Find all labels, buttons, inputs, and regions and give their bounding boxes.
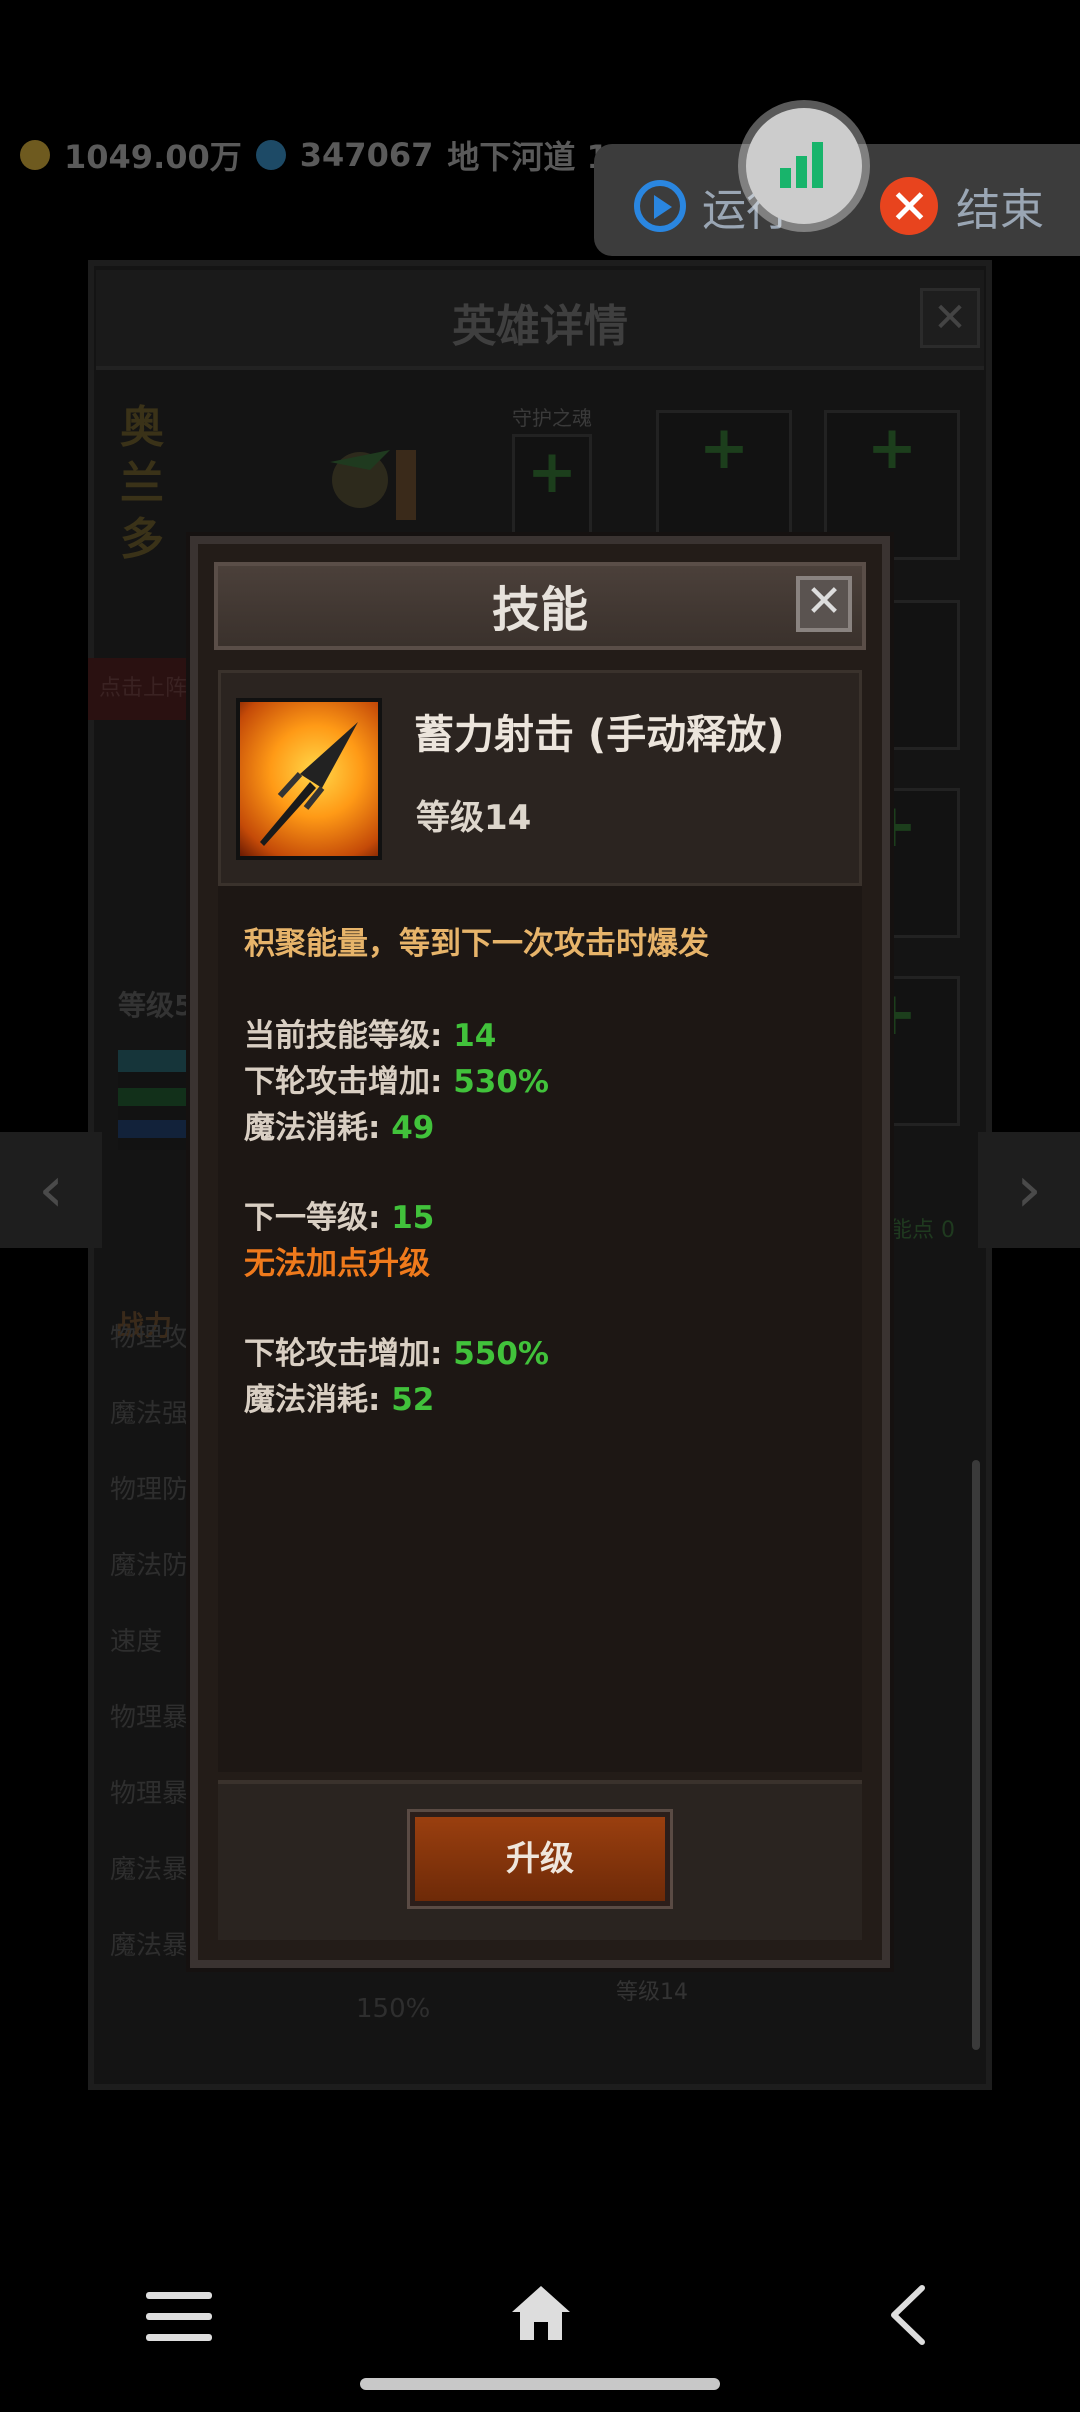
skill-modal-title: 技能 [491, 582, 588, 638]
plus-icon: + [526, 437, 578, 507]
back-icon[interactable] [878, 2282, 944, 2348]
prev-hero-button[interactable]: ‹ [0, 1132, 102, 1248]
skill-modal-close-button[interactable]: ✕ [796, 576, 852, 632]
skill-points-label: 能点 0 [890, 1218, 955, 1243]
gold-amount: 1049.00万 [64, 138, 242, 176]
mana-row: 魔法消耗: 49 [244, 1102, 434, 1147]
current-level-label: 当前技能等级: [244, 1018, 443, 1054]
hero-panel-title: 英雄详情 [452, 301, 628, 352]
attribute-bars [118, 1050, 190, 1150]
next-hero-button[interactable]: › [978, 1132, 1080, 1248]
guard-soul-slot[interactable]: + [512, 434, 592, 538]
next-mana-label: 魔法消耗: [244, 1382, 381, 1418]
next-damage-label: 下轮攻击增加: [244, 1336, 443, 1372]
menu-icon[interactable] [146, 2292, 212, 2342]
run-icon [634, 180, 686, 232]
end-button[interactable]: 结束 [880, 174, 1044, 238]
arrow-skill-icon [236, 698, 382, 860]
gold-coin-icon [20, 140, 50, 170]
next-mana-row: 魔法消耗: 52 [244, 1374, 434, 1419]
magic-crit-damage-value: 150% [356, 1994, 431, 2024]
cannot-upgrade-warning: 无法加点升级 [244, 1246, 430, 1282]
close-circle-icon [880, 177, 938, 235]
mana-label: 魔法消耗: [244, 1110, 381, 1146]
next-level-value: 15 [391, 1200, 435, 1236]
damage-label: 下轮攻击增加: [244, 1064, 443, 1100]
signal-bars-icon [780, 142, 830, 188]
deploy-button[interactable]: 点击上阵 [88, 658, 198, 720]
plus-icon: + [698, 413, 750, 483]
recorder-bubble[interactable] [746, 108, 862, 224]
current-level-row: 当前技能等级: 14 [244, 1010, 496, 1055]
chevron-right-icon: › [1016, 1153, 1042, 1227]
skill-description: 积聚能量，等到下一次攻击时爆发 [244, 926, 709, 962]
resource-bar: 1049.00万 347067 地下河道 18 [20, 130, 631, 180]
current-level-value: 14 [453, 1018, 497, 1054]
mana-value: 49 [391, 1110, 435, 1146]
gem-icon [255, 140, 286, 170]
damage-row: 下轮攻击增加: 530% [244, 1056, 549, 1101]
chevron-left-icon: ‹ [38, 1153, 64, 1227]
hero-level-label: 等级5 [118, 989, 194, 1022]
bg-skill-level: 等级14 [616, 1980, 688, 2005]
next-damage-row: 下轮攻击增加: 550% [244, 1328, 549, 1373]
plus-icon: + [866, 413, 918, 483]
skill-level: 等级14 [416, 798, 532, 838]
skill-list-scrollbar[interactable] [972, 1460, 980, 2050]
next-level-label: 下一等级: [244, 1200, 381, 1236]
gesture-bar[interactable] [360, 2378, 720, 2390]
hero-close-button[interactable]: ✕ [920, 288, 980, 348]
next-level-row: 下一等级: 15 [244, 1192, 434, 1237]
hero-portrait [330, 450, 416, 520]
home-icon[interactable] [508, 2280, 574, 2346]
skill-name: 蓄力射击 (手动释放) [414, 712, 785, 758]
upgrade-button[interactable]: 升级 [410, 1812, 670, 1906]
guard-soul-label: 守护之魂 [512, 406, 592, 430]
end-label: 结束 [956, 185, 1044, 236]
damage-value: 530% [453, 1064, 549, 1100]
next-mana-value: 52 [391, 1382, 435, 1418]
gem-amount: 347067 [299, 136, 434, 174]
hero-name: 奥兰多 [120, 402, 164, 565]
next-damage-value: 550% [453, 1336, 549, 1372]
